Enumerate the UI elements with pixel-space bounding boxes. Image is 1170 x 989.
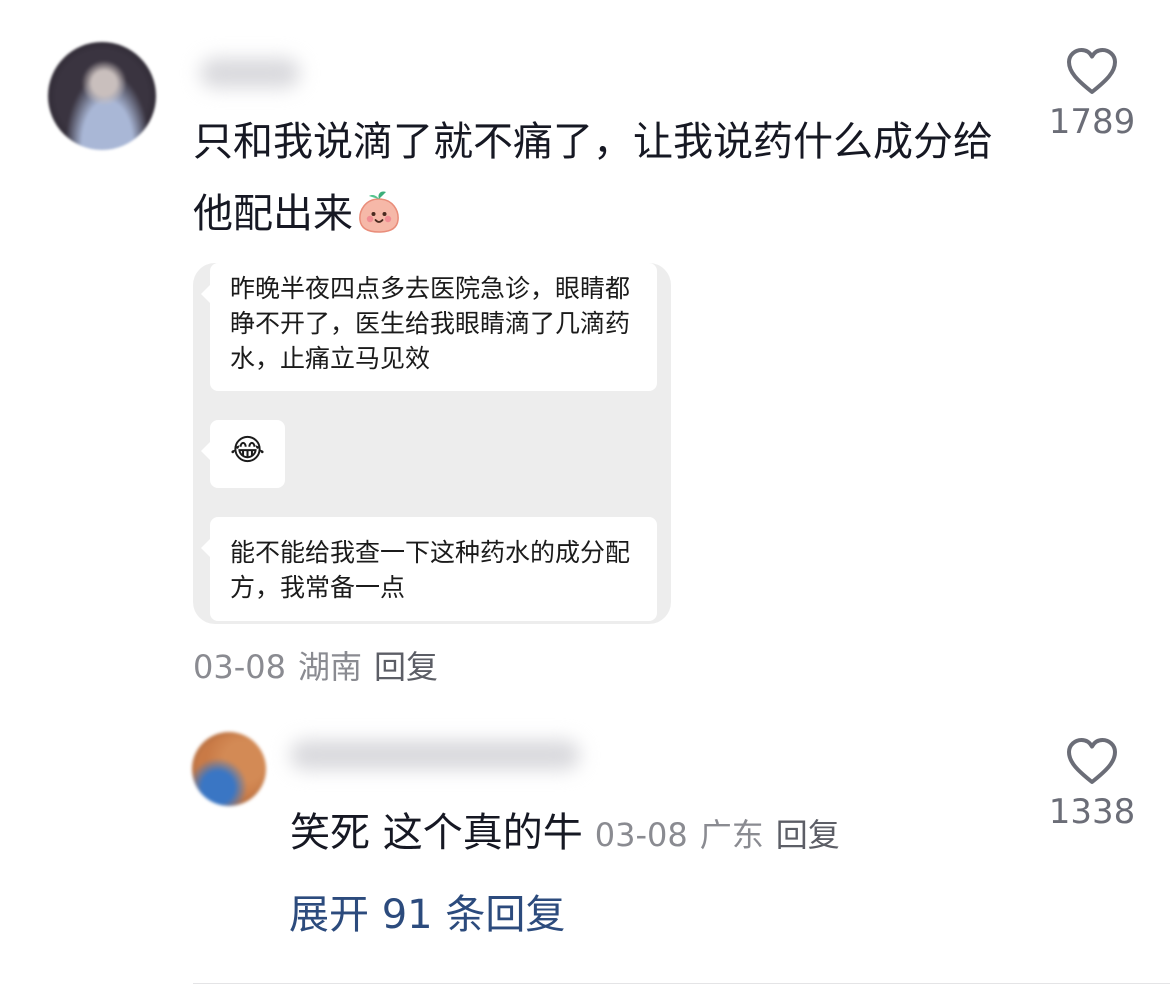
- peach-face-emoji-icon: [359, 191, 399, 233]
- reply-date: 03-08: [594, 816, 688, 854]
- like-count: 1338: [1048, 792, 1136, 832]
- like-group[interactable]: 1789: [1032, 46, 1152, 142]
- reply-button[interactable]: 回复: [776, 816, 840, 854]
- avatar[interactable]: [48, 42, 156, 150]
- comment-location: 湖南: [297, 648, 362, 686]
- heart-outline-icon[interactable]: [1065, 736, 1119, 786]
- divider: [193, 983, 1170, 984]
- heart-outline-icon[interactable]: [1065, 46, 1119, 96]
- like-count: 1789: [1048, 102, 1136, 142]
- comment-text: 只和我说滴了就不痛了，让我说药什么成分给他配出来: [193, 106, 1023, 250]
- chat-screenshot-image[interactable]: 昨晚半夜四点多去医院急诊，眼睛都睁不开了，医生给我眼睛滴了几滴药水，止痛立马见效…: [193, 263, 671, 624]
- reply-comment: 笑死 这个真的牛 03-08 广东 回复: [290, 800, 840, 858]
- reply-location: 广东: [699, 816, 764, 854]
- expand-replies-link[interactable]: 展开 91 条回复: [289, 882, 565, 940]
- comment-date: 03-08: [193, 648, 286, 686]
- reply-button[interactable]: 回复: [374, 648, 438, 686]
- comment-meta: 03-08 湖南 回复: [193, 642, 438, 688]
- like-group[interactable]: 1338: [1032, 736, 1152, 832]
- chat-bubble-emoji: 😂: [201, 420, 285, 488]
- username-blurred[interactable]: [200, 58, 300, 88]
- comment-body: 只和我说滴了就不痛了，让我说药什么成分给他配出来: [193, 119, 993, 237]
- username-blurred[interactable]: [290, 740, 580, 770]
- avatar[interactable]: [192, 732, 266, 806]
- chat-bubble: 能不能给我查一下这种药水的成分配方，我常备一点: [201, 517, 657, 621]
- chat-bubble: 昨晚半夜四点多去医院急诊，眼睛都睁不开了，医生给我眼睛滴了几滴药水，止痛立马见效: [201, 263, 657, 391]
- reply-comment-text: 笑死 这个真的牛: [290, 810, 583, 856]
- reply-meta: 03-08 广东 回复: [595, 816, 840, 854]
